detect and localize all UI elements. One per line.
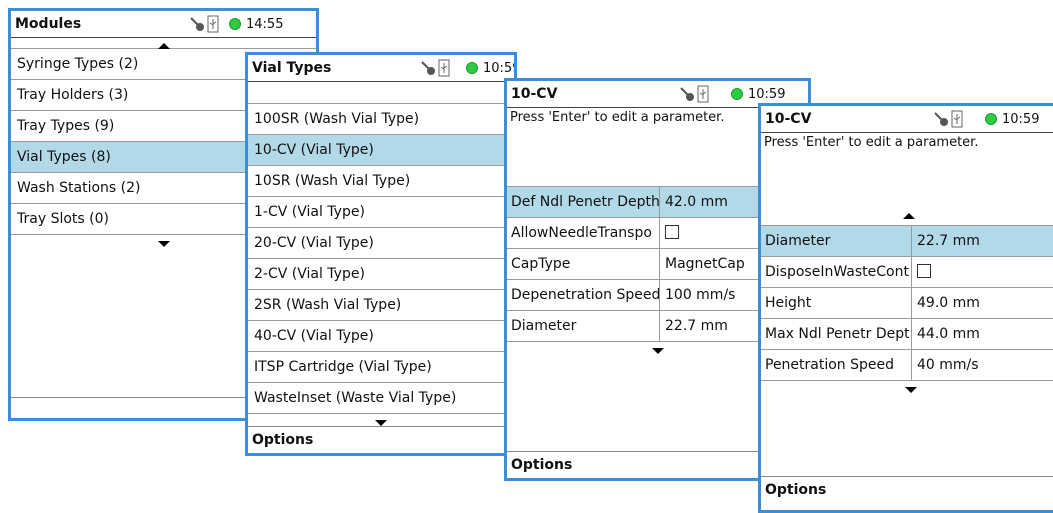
usb-icon: [697, 85, 709, 103]
list-item[interactable]: ITSP Cartridge (Vial Type): [248, 352, 514, 383]
param-name: Diameter: [511, 318, 577, 334]
param-name: Depenetration Speed: [511, 287, 659, 303]
param-value: 100 mm/s: [665, 287, 736, 303]
list-item-selected[interactable]: 10-CV (Vial Type): [248, 135, 514, 166]
parameter-table: Diameter 22.7 mm DisposeInWasteCont Heig…: [761, 226, 1053, 381]
checkbox[interactable]: [665, 224, 679, 239]
status-dot-icon: [229, 18, 241, 30]
param-name: AllowNeedleTranspo: [511, 225, 652, 241]
list-item[interactable]: 10SR (Wash Vial Type): [248, 166, 514, 197]
vial-types-time: 10:59: [483, 60, 517, 76]
list-item[interactable]: 1-CV (Vial Type): [248, 197, 514, 228]
table-row[interactable]: DisposeInWasteCont: [761, 257, 1053, 288]
param-name: Max Ndl Penetr Depth: [765, 326, 909, 342]
status-dot-icon: [731, 88, 743, 100]
list-item[interactable]: 100SR (Wash Vial Type): [248, 104, 514, 135]
vial-types-header: Vial Types 10:59: [248, 55, 514, 82]
list-item[interactable]: WasteInset (Waste Vial Type): [248, 383, 514, 414]
param-value: 49.0 mm: [917, 295, 980, 311]
table-row[interactable]: Height 49.0 mm: [761, 288, 1053, 319]
status-dot-icon: [466, 62, 478, 74]
modules-title: Modules: [15, 16, 82, 32]
options-button[interactable]: Options: [761, 476, 1053, 503]
vial-params-time: 10:59: [1002, 111, 1040, 127]
param-value: MagnetCap: [665, 256, 745, 272]
vial-params-time: 10:59: [748, 86, 786, 102]
scroll-down-arrow-icon[interactable]: [157, 241, 170, 247]
modules-header: Modules 14:55: [11, 11, 316, 38]
checkbox[interactable]: [917, 263, 931, 278]
table-row[interactable]: Penetration Speed 40 mm/s: [761, 350, 1053, 381]
param-name: Penetration Speed: [765, 357, 895, 373]
list-item[interactable]: 20-CV (Vial Type): [248, 228, 514, 259]
param-value: 40 mm/s: [917, 357, 979, 373]
scroll-down-arrow-icon[interactable]: [651, 348, 664, 354]
param-value: 42.0 mm: [665, 194, 728, 210]
param-value: 44.0 mm: [917, 326, 980, 342]
param-value: 22.7 mm: [917, 233, 980, 249]
param-name: Def Ndl Penetr Depth: [511, 194, 659, 210]
param-name: DisposeInWasteCont: [765, 264, 909, 280]
param-value: 22.7 mm: [665, 318, 728, 334]
key-icon: [421, 61, 435, 75]
table-row[interactable]: Max Ndl Penetr Depth 44.0 mm: [761, 319, 1053, 350]
usb-icon: [207, 15, 219, 33]
param-name: Diameter: [765, 233, 831, 249]
vial-params-panel-2: 10-CV 10:59 Press 'Enter' to edit a para…: [758, 103, 1053, 513]
table-row-selected[interactable]: Diameter 22.7 mm: [761, 226, 1053, 257]
list-item[interactable]: 40-CV (Vial Type): [248, 321, 514, 352]
param-name: CapType: [511, 256, 571, 272]
vial-types-panel: Vial Types 10:59 100SR (Wash Vial Type) …: [245, 52, 517, 456]
modules-time: 14:55: [246, 16, 284, 32]
vial-params-title: 10-CV: [765, 111, 812, 127]
param-name: Height: [765, 295, 812, 311]
vial-types-list: 100SR (Wash Vial Type) 10-CV (Vial Type)…: [248, 104, 514, 414]
list-item[interactable]: 2-CV (Vial Type): [248, 259, 514, 290]
vial-params-title: 10-CV: [511, 86, 558, 102]
scroll-down-arrow-icon[interactable]: [904, 387, 917, 393]
scroll-up-arrow-icon[interactable]: [903, 213, 915, 219]
usb-icon: [951, 110, 963, 128]
usb-icon: [438, 59, 450, 77]
list-item[interactable]: 2SR (Wash Vial Type): [248, 290, 514, 321]
instruction-text: Press 'Enter' to edit a parameter.: [764, 135, 979, 150]
key-icon: [934, 112, 948, 126]
key-icon: [190, 17, 204, 31]
status-dot-icon: [985, 113, 997, 125]
vial-types-title: Vial Types: [252, 60, 332, 76]
options-button[interactable]: Options: [248, 426, 514, 453]
vial-params-header: 10-CV 10:59: [761, 106, 1053, 133]
key-icon: [680, 87, 694, 101]
